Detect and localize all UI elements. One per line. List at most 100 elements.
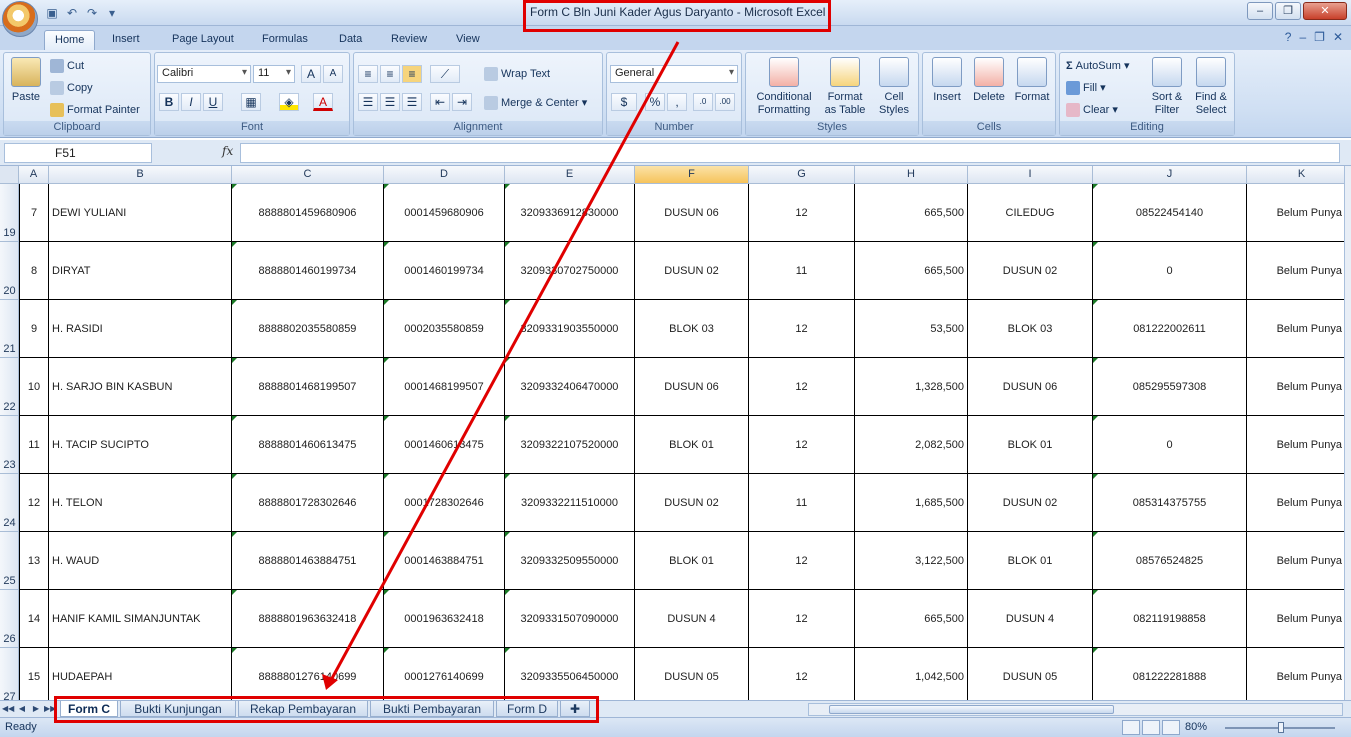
help-icon[interactable]: ?	[1285, 30, 1292, 44]
cell-k[interactable]: Belum Punya U	[1247, 532, 1351, 590]
cell-g[interactable]: 12	[749, 358, 855, 416]
ribbon-minimize-icon[interactable]: –	[1299, 30, 1306, 44]
font-name-select[interactable]: Calibri	[157, 65, 251, 83]
cell-e[interactable]: 3209332211510000	[505, 474, 635, 532]
ribbon-close-icon[interactable]: ✕	[1333, 30, 1343, 44]
row-header[interactable]: 27	[0, 648, 19, 701]
cell-f[interactable]: BLOK 03	[635, 300, 749, 358]
cell-i[interactable]: DUSUN 4	[968, 590, 1093, 648]
cell-k[interactable]: Belum Punya U	[1247, 648, 1351, 701]
page-break-view-button[interactable]	[1162, 720, 1180, 735]
function-icon[interactable]: fx	[222, 144, 233, 158]
cell-a[interactable]: 10	[19, 358, 49, 416]
delete-cells-button[interactable]: Delete	[969, 57, 1009, 104]
cell-k[interactable]: Belum Punya U	[1247, 242, 1351, 300]
currency-button[interactable]: $	[611, 93, 637, 111]
cell-a[interactable]: 8	[19, 242, 49, 300]
cell-f[interactable]: DUSUN 06	[635, 184, 749, 242]
cut-button[interactable]: Cut	[50, 59, 84, 73]
cell-b[interactable]: DEWI YULIANI	[49, 184, 232, 242]
cell-j[interactable]: 081222002611	[1093, 300, 1247, 358]
cell-g[interactable]: 11	[749, 474, 855, 532]
column-header-k[interactable]: K	[1247, 166, 1351, 184]
cell-c[interactable]: 8888801468199507	[232, 358, 384, 416]
cell-c[interactable]: 8888801728302646	[232, 474, 384, 532]
cell-i[interactable]: BLOK 01	[968, 416, 1093, 474]
select-all-corner[interactable]	[0, 166, 19, 184]
insert-sheet-tab[interactable]: ✚	[560, 701, 590, 717]
italic-button[interactable]: I	[181, 93, 201, 111]
cell-j[interactable]: 082119198858	[1093, 590, 1247, 648]
undo-icon[interactable]: ↶	[64, 5, 80, 21]
vertical-scrollbar[interactable]	[1344, 166, 1351, 700]
tab-insert[interactable]: Insert	[102, 30, 150, 50]
redo-icon[interactable]: ↷	[84, 5, 100, 21]
tab-page-layout[interactable]: Page Layout	[162, 30, 244, 50]
underline-button[interactable]: U	[203, 93, 223, 111]
tab-home[interactable]: Home	[44, 30, 96, 50]
cell-h[interactable]: 665,500	[855, 242, 968, 300]
cell-e[interactable]: 3209332406470000	[505, 358, 635, 416]
sheet-tab-form-d[interactable]: Form D	[496, 701, 558, 717]
cell-f[interactable]: DUSUN 05	[635, 648, 749, 701]
column-header-d[interactable]: D	[384, 166, 505, 184]
column-header-j[interactable]: J	[1093, 166, 1247, 184]
cell-d[interactable]: 0001963632418	[384, 590, 505, 648]
format-as-table-button[interactable]: Format as Table	[820, 57, 870, 117]
cell-b[interactable]: HUDAEPAH	[49, 648, 232, 701]
column-header-a[interactable]: A	[19, 166, 49, 184]
cell-g[interactable]: 12	[749, 300, 855, 358]
align-bottom-button[interactable]: ≡	[402, 65, 422, 83]
cell-d[interactable]: 0001459680906	[384, 184, 505, 242]
cell-k[interactable]: Belum Punya U	[1247, 590, 1351, 648]
sheet-tab-bukti-pembayaran[interactable]: Bukti Pembayaran	[370, 701, 494, 717]
align-left-button[interactable]: ☰	[358, 93, 378, 111]
cell-b[interactable]: H. TACIP SUCIPTO	[49, 416, 232, 474]
cell-h[interactable]: 1,685,500	[855, 474, 968, 532]
row-header[interactable]: 22	[0, 358, 19, 416]
cell-i[interactable]: DUSUN 02	[968, 242, 1093, 300]
cell-a[interactable]: 15	[19, 648, 49, 701]
cell-d[interactable]: 0001460613475	[384, 416, 505, 474]
worksheet-grid[interactable]: A B C D E F G H I J K 19 7 DEWI YULIANI 88888014596809…	[0, 166, 1351, 701]
cell-g[interactable]: 11	[749, 242, 855, 300]
cell-f[interactable]: DUSUN 06	[635, 358, 749, 416]
cell-e[interactable]: 3209335506450000	[505, 648, 635, 701]
cell-k[interactable]: Belum Punya U	[1247, 184, 1351, 242]
cell-i[interactable]: CILEDUG	[968, 184, 1093, 242]
close-button[interactable]: ✕	[1303, 2, 1347, 20]
copy-button[interactable]: Copy	[50, 81, 93, 95]
decrease-indent-button[interactable]: ⇤	[430, 93, 450, 111]
cell-a[interactable]: 7	[19, 184, 49, 242]
cell-a[interactable]: 9	[19, 300, 49, 358]
cell-d[interactable]: 0002035580859	[384, 300, 505, 358]
cell-e[interactable]: 3209322107520000	[505, 416, 635, 474]
column-header-f[interactable]: F	[635, 166, 749, 184]
cell-h[interactable]: 53,500	[855, 300, 968, 358]
column-header-e[interactable]: E	[505, 166, 635, 184]
cell-c[interactable]: 8888801963632418	[232, 590, 384, 648]
row-header[interactable]: 26	[0, 590, 19, 648]
cell-e[interactable]: 3209330702750000	[505, 242, 635, 300]
ribbon-restore-icon[interactable]: ❐	[1314, 30, 1325, 44]
paste-button[interactable]: Paste	[8, 57, 44, 104]
tab-review[interactable]: Review	[381, 30, 437, 50]
align-center-button[interactable]: ☰	[380, 93, 400, 111]
increase-indent-button[interactable]: ⇥	[452, 93, 472, 111]
clear-button[interactable]: Clear ▾	[1066, 103, 1118, 118]
sheet-tab-form-c[interactable]: Form C	[60, 701, 118, 717]
cell-k[interactable]: Belum Punya U	[1247, 474, 1351, 532]
cell-c[interactable]: 8888801460199734	[232, 242, 384, 300]
horizontal-scroll-thumb[interactable]	[829, 705, 1114, 714]
row-header[interactable]: 25	[0, 532, 19, 590]
cell-c[interactable]: 8888801460613475	[232, 416, 384, 474]
cell-g[interactable]: 12	[749, 648, 855, 701]
align-top-button[interactable]: ≡	[358, 65, 378, 83]
cell-b[interactable]: H. RASIDI	[49, 300, 232, 358]
cell-g[interactable]: 12	[749, 532, 855, 590]
cell-c[interactable]: 8888801463884751	[232, 532, 384, 590]
align-right-button[interactable]: ☰	[402, 93, 422, 111]
cell-h[interactable]: 1,328,500	[855, 358, 968, 416]
cell-f[interactable]: DUSUN 02	[635, 242, 749, 300]
minimize-button[interactable]: –	[1247, 2, 1273, 20]
